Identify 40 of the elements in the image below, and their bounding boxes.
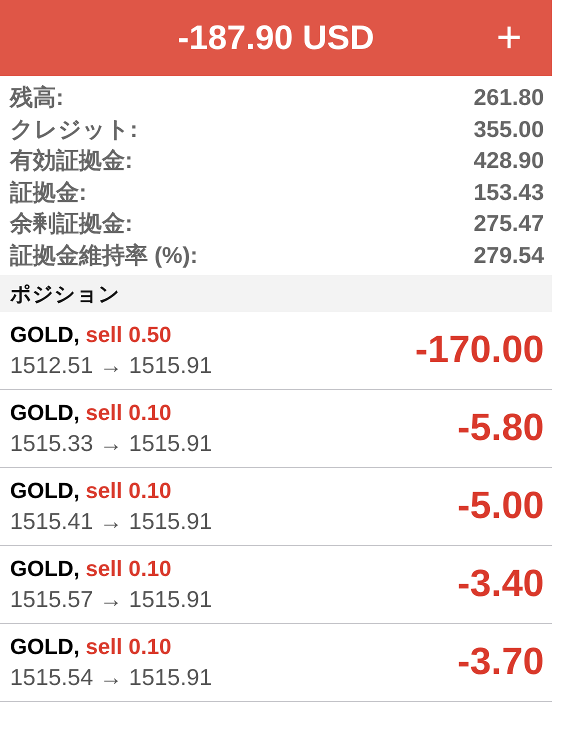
position-order: sell 0.10	[86, 556, 172, 582]
summary-value: 275.47	[474, 210, 544, 238]
summary-label: 有効証拠金:	[10, 146, 133, 176]
position-symbol: GOLD,	[10, 478, 80, 504]
position-prices: 1515.33 → 1515.91	[10, 430, 212, 457]
summary-value: 261.80	[474, 84, 544, 112]
position-row[interactable]: GOLD, sell 0.50 1512.51 → 1515.91 -170.00	[0, 312, 552, 390]
position-symbol: GOLD,	[10, 400, 80, 426]
position-prices: 1515.41 → 1515.91	[10, 508, 212, 535]
position-order: sell 0.10	[86, 400, 172, 426]
summary-label: 証拠金維持率 (%):	[10, 240, 198, 270]
position-prices: 1515.54 → 1515.91	[10, 664, 212, 691]
position-symbol: GOLD,	[10, 556, 80, 582]
position-row[interactable]: GOLD, sell 0.10 1515.33 → 1515.91 -5.80	[0, 390, 552, 468]
position-row[interactable]: GOLD, sell 0.10 1515.54 → 1515.91 -3.70	[0, 624, 552, 702]
position-prices: 1512.51 → 1515.91	[10, 352, 212, 379]
position-symbol: GOLD,	[10, 634, 80, 660]
position-symbol: GOLD,	[10, 322, 80, 348]
position-order: sell 0.10	[86, 634, 172, 660]
summary-label: 証拠金:	[10, 178, 87, 207]
position-profit: -170.00	[415, 329, 544, 372]
position-profit: -5.00	[457, 485, 544, 528]
position-prices: 1515.57 → 1515.91	[10, 586, 212, 613]
position-order: sell 0.10	[86, 478, 172, 504]
summary-value: 428.90	[474, 147, 544, 174]
summary-label: 残高:	[10, 83, 64, 112]
balance-title: -187.90 USD	[178, 18, 374, 58]
position-profit: -3.70	[457, 641, 544, 684]
summary-label: 余剰証拠金:	[10, 209, 133, 238]
position-row[interactable]: GOLD, sell 0.10 1515.57 → 1515.91 -3.40	[0, 546, 552, 624]
position-profit: -3.40	[457, 563, 544, 606]
summary-label: クレジット:	[10, 114, 138, 144]
position-row[interactable]: GOLD, sell 0.10 1515.41 → 1515.91 -5.00	[0, 468, 552, 546]
section-title: ポジション	[10, 282, 120, 308]
add-button[interactable]: +	[490, 14, 528, 62]
position-profit: -5.80	[457, 407, 544, 450]
summary-value: 355.00	[474, 116, 544, 143]
summary-value: 279.54	[474, 242, 544, 269]
summary-value: 153.43	[474, 178, 544, 206]
position-order: sell 0.50	[86, 322, 172, 348]
